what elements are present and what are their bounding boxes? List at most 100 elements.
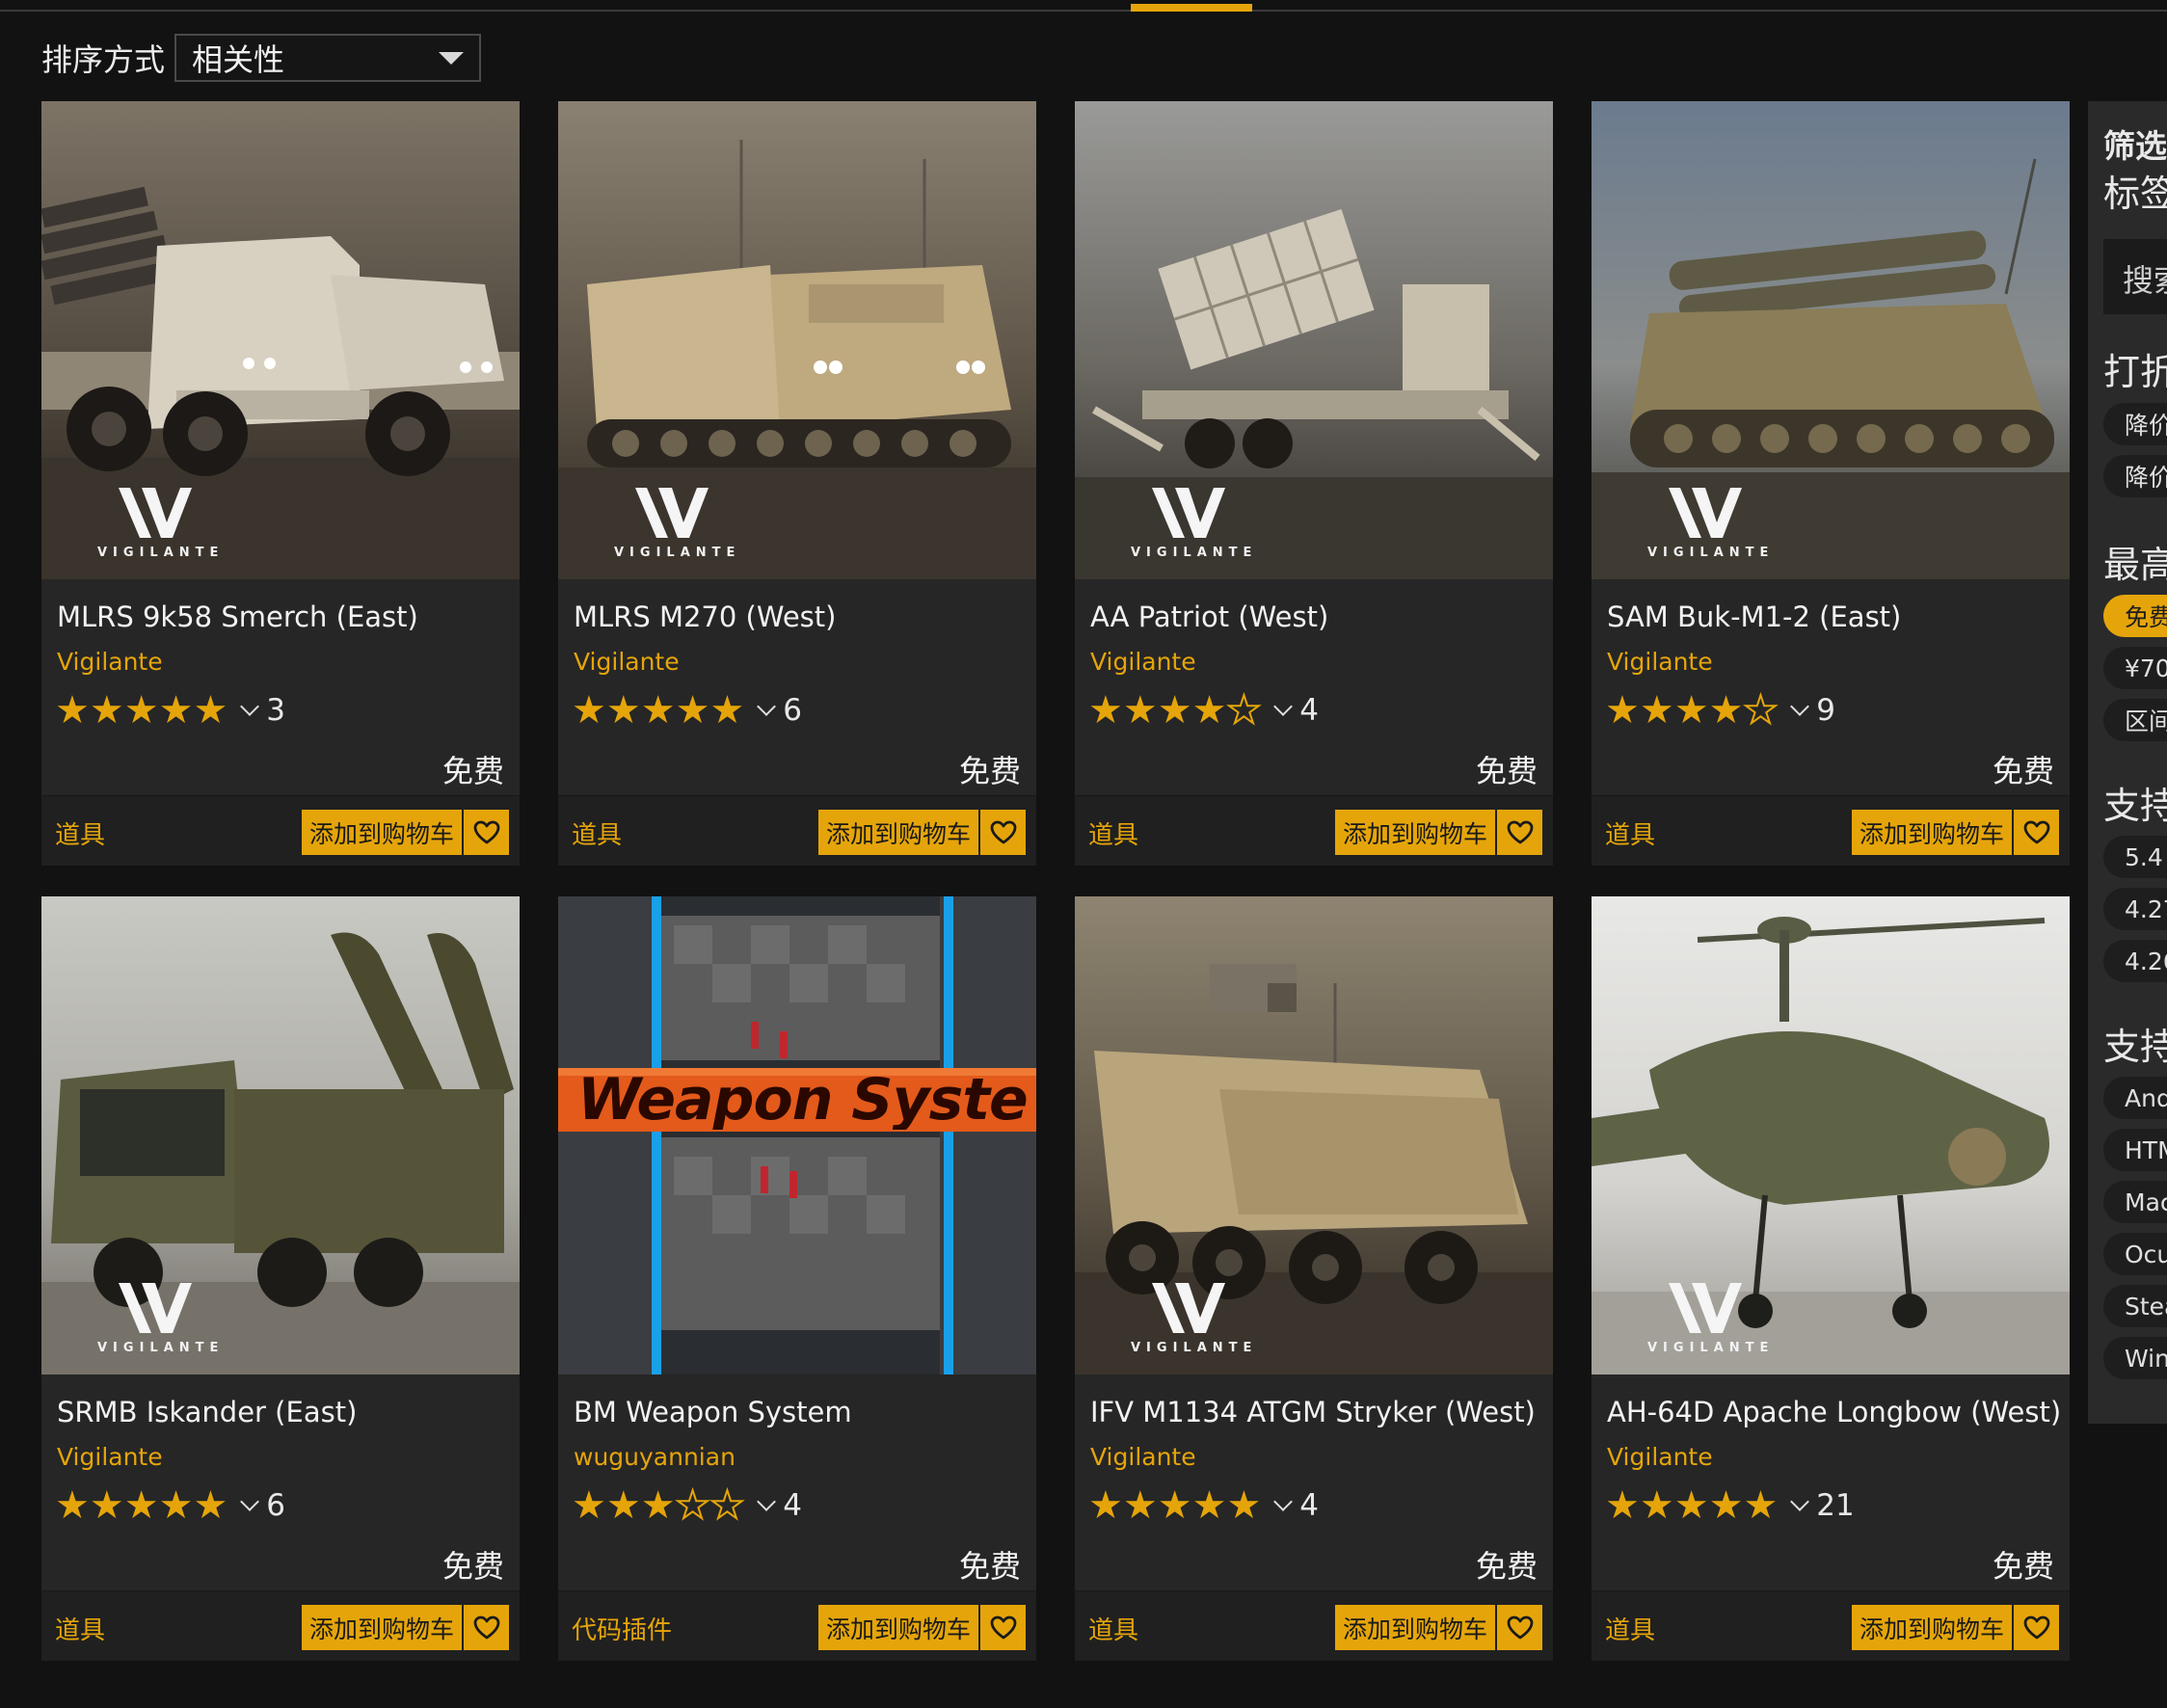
brand-logo: VIGILANTE [1131, 1279, 1251, 1355]
rating: ★★★★★ 4 [1088, 688, 1319, 733]
product-category[interactable]: 道具 [1605, 815, 1655, 851]
wishlist-button[interactable] [2014, 1605, 2059, 1650]
product-title[interactable]: MLRS M270 (West) [574, 600, 836, 633]
product-card[interactable]: VIGILANTE SAM Buk-M1-2 (East) Vigilante … [1592, 101, 2070, 866]
top-divider [0, 10, 2167, 12]
star-filled-icon: ★ [1191, 688, 1227, 733]
add-to-cart-button[interactable]: 添加到购物车 [1335, 810, 1495, 855]
chevron-down-icon[interactable] [757, 1492, 777, 1511]
product-author[interactable]: Vigilante [1090, 648, 1196, 676]
card-footer: 道具 添加到购物车 [1075, 1590, 1553, 1661]
product-title[interactable]: IFV M1134 ATGM Stryker (West) [1090, 1396, 1536, 1428]
product-author[interactable]: Vigilante [1090, 1443, 1196, 1471]
chevron-down-icon[interactable] [240, 697, 260, 716]
product-thumbnail[interactable]: VIGILANTE [1075, 101, 1553, 579]
star-rating: ★★★★★ [55, 1486, 227, 1525]
product-card[interactable]: VIGILANTE MLRS 9k58 Smerch (East) Vigila… [41, 101, 520, 866]
platform-option[interactable]: HTML5 [2103, 1129, 2167, 1171]
product-category[interactable]: 代码插件 [572, 1611, 672, 1646]
discount-option[interactable]: 降价 [2103, 455, 2167, 497]
product-card[interactable]: VIGILANTE AH-64D Apache Longbow (West) V… [1592, 896, 2070, 1661]
engine-version-option[interactable]: 4.26 [2103, 940, 2167, 982]
wishlist-button[interactable] [464, 1605, 509, 1650]
product-card[interactable]: VIGILANTE MLRS M270 (West) Vigilante ★★★… [558, 101, 1036, 866]
heart-icon [2023, 820, 2049, 843]
add-to-cart-button[interactable]: 添加到购物车 [818, 1605, 978, 1650]
add-to-cart-button[interactable]: 添加到购物车 [1335, 1605, 1495, 1650]
wishlist-button[interactable] [464, 810, 509, 855]
add-to-cart-button[interactable]: 添加到购物车 [1852, 810, 2012, 855]
product-author[interactable]: wuguyannian [574, 1443, 736, 1471]
product-title[interactable]: BM Weapon System [574, 1396, 852, 1428]
product-author[interactable]: Vigilante [1607, 648, 1713, 676]
chevron-down-icon[interactable] [1790, 1492, 1810, 1511]
product-thumbnail[interactable]: VIGILANTE [558, 101, 1036, 579]
wishlist-button[interactable] [1497, 810, 1542, 855]
price-option[interactable]: ¥70 [2103, 647, 2167, 689]
chevron-down-icon[interactable] [1273, 1492, 1294, 1511]
product-category[interactable]: 道具 [1088, 815, 1138, 851]
add-to-cart-button[interactable]: 添加到购物车 [1852, 1605, 2012, 1650]
discount-option[interactable]: 降价 [2103, 403, 2167, 445]
sort-label: 排序方式 [41, 41, 166, 78]
chevron-down-icon[interactable] [757, 697, 777, 716]
star-empty-icon: ★ [1742, 688, 1779, 733]
chevron-down-icon[interactable] [240, 1492, 260, 1511]
add-to-cart-button[interactable]: 添加到购物车 [302, 810, 462, 855]
wishlist-button[interactable] [2014, 810, 2059, 855]
platform-option[interactable]: SteamVR [2103, 1285, 2167, 1327]
product-author[interactable]: Vigilante [57, 1443, 163, 1471]
product-category[interactable]: 道具 [55, 815, 105, 851]
product-thumbnail[interactable]: VIGILANTE [41, 101, 520, 579]
star-filled-icon: ★ [572, 688, 606, 733]
wishlist-button[interactable] [1497, 1605, 1542, 1650]
product-thumbnail[interactable]: Weapon Syste [558, 896, 1036, 1374]
price-option-free[interactable]: 免费 [2103, 595, 2167, 637]
review-count: 6 [783, 693, 803, 728]
product-card[interactable]: VIGILANTE AA Patriot (West) Vigilante ★★… [1075, 101, 1553, 866]
product-thumbnail[interactable]: VIGILANTE [1075, 896, 1553, 1374]
wishlist-button[interactable] [980, 810, 1026, 855]
star-filled-icon: ★ [572, 1483, 606, 1528]
product-title[interactable]: SRMB Iskander (East) [57, 1396, 357, 1428]
product-price: 免费 [1475, 1548, 1538, 1585]
product-thumbnail[interactable]: VIGILANTE [41, 896, 520, 1374]
platform-option[interactable]: Android [2103, 1077, 2167, 1119]
engine-version-option[interactable]: 4.27 [2103, 888, 2167, 930]
product-card[interactable]: VIGILANTE SRMB Iskander (East) Vigilante… [41, 896, 520, 1661]
platform-option[interactable]: Oculus [2103, 1233, 2167, 1275]
platform-option[interactable]: Mac [2103, 1181, 2167, 1223]
star-filled-icon: ★ [1708, 1483, 1744, 1528]
product-card[interactable]: Weapon Syste BM Weapon System wuguyannia… [558, 896, 1036, 1661]
product-author[interactable]: Vigilante [57, 648, 163, 676]
product-category[interactable]: 道具 [1605, 1611, 1655, 1646]
rating: ★★★★★ 21 [1605, 1486, 1855, 1525]
card-footer: 道具 添加到购物车 [1592, 1590, 2070, 1661]
product-category[interactable]: 道具 [1088, 1611, 1138, 1646]
product-banner-text: Weapon Syste [577, 1070, 1029, 1130]
product-card[interactable]: VIGILANTE IFV M1134 ATGM Stryker (West) … [1075, 896, 1553, 1661]
product-author[interactable]: Vigilante [1607, 1443, 1713, 1471]
engine-version-option[interactable]: 5.4 [2103, 836, 2167, 878]
platform-option[interactable]: Win64 [2103, 1337, 2167, 1379]
product-title[interactable]: AH-64D Apache Longbow (West) [1607, 1396, 2061, 1428]
product-category[interactable]: 道具 [55, 1611, 105, 1646]
add-to-cart-button[interactable]: 添加到购物车 [818, 810, 978, 855]
chevron-down-icon[interactable] [1273, 697, 1294, 716]
chevron-down-icon[interactable] [1790, 697, 1810, 716]
product-thumbnail[interactable]: VIGILANTE [1592, 101, 2070, 579]
brand-text: VIGILANTE [614, 546, 741, 560]
product-title[interactable]: SAM Buk-M1-2 (East) [1607, 600, 1901, 633]
tag-search-input[interactable]: 搜索 [2103, 239, 2167, 314]
star-filled-icon: ★ [1191, 1483, 1227, 1528]
add-to-cart-button[interactable]: 添加到购物车 [302, 1605, 462, 1650]
product-category[interactable]: 道具 [572, 815, 622, 851]
sort-dropdown[interactable]: 相关性 [174, 34, 482, 82]
wishlist-button[interactable] [980, 1605, 1026, 1650]
price-option-range[interactable]: 区间 [2103, 699, 2167, 741]
product-title[interactable]: AA Patriot (West) [1090, 600, 1328, 633]
product-author[interactable]: Vigilante [574, 648, 680, 676]
sort-value: 相关性 [192, 41, 285, 78]
product-title[interactable]: MLRS 9k58 Smerch (East) [57, 600, 418, 633]
product-thumbnail[interactable]: VIGILANTE [1592, 896, 2070, 1374]
